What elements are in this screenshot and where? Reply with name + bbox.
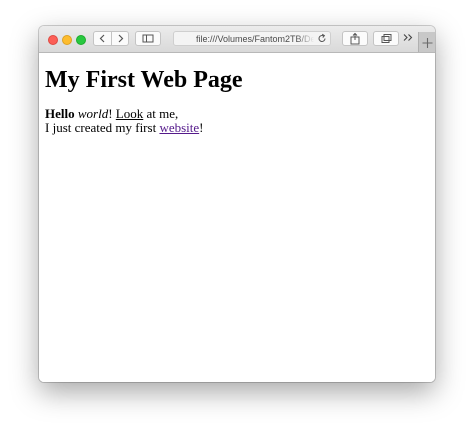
share-button[interactable] — [342, 31, 368, 46]
sidebar-button[interactable] — [135, 31, 161, 46]
created-text: I just created my first — [45, 120, 157, 135]
intro-paragraph: Hello world! Look at me, I just created … — [45, 107, 204, 135]
new-tab-button[interactable] — [418, 32, 435, 52]
end-exclaim-text: ! — [199, 120, 204, 135]
look-link[interactable]: Look — [116, 106, 143, 121]
share-icon — [350, 32, 360, 45]
page-content: My First Web Page Hello world! Look at m… — [39, 53, 435, 382]
close-window-button[interactable] — [48, 35, 58, 45]
plus-icon — [422, 38, 433, 48]
world-text: world — [77, 106, 109, 121]
page-title: My First Web Page — [45, 67, 243, 93]
browser-window: file:///Volumes/Fantom2TB/Dev/first.html — [39, 26, 435, 382]
browser-toolbar: file:///Volumes/Fantom2TB/Dev/first.html — [39, 26, 435, 53]
address-text: file:///Volumes/Fantom2TB/Dev/first.html — [196, 34, 314, 44]
zoom-window-button[interactable] — [76, 35, 86, 45]
hello-text: Hello — [45, 106, 75, 121]
address-bar[interactable]: file:///Volumes/Fantom2TB/Dev/first.html — [173, 31, 331, 46]
show-tabs-button[interactable] — [373, 31, 399, 46]
more-chevrons-icon[interactable] — [403, 33, 415, 43]
forward-chevron-icon — [118, 34, 124, 43]
tabs-icon — [381, 34, 392, 43]
reload-icon[interactable] — [317, 33, 327, 44]
back-forward-group — [93, 31, 129, 46]
at-me-text: at me, — [146, 106, 179, 121]
exclaim-text: ! — [108, 106, 113, 121]
back-chevron-icon — [99, 34, 105, 43]
minimize-window-button[interactable] — [62, 35, 72, 45]
website-link[interactable]: website — [159, 120, 199, 135]
sidebar-icon — [142, 34, 154, 43]
